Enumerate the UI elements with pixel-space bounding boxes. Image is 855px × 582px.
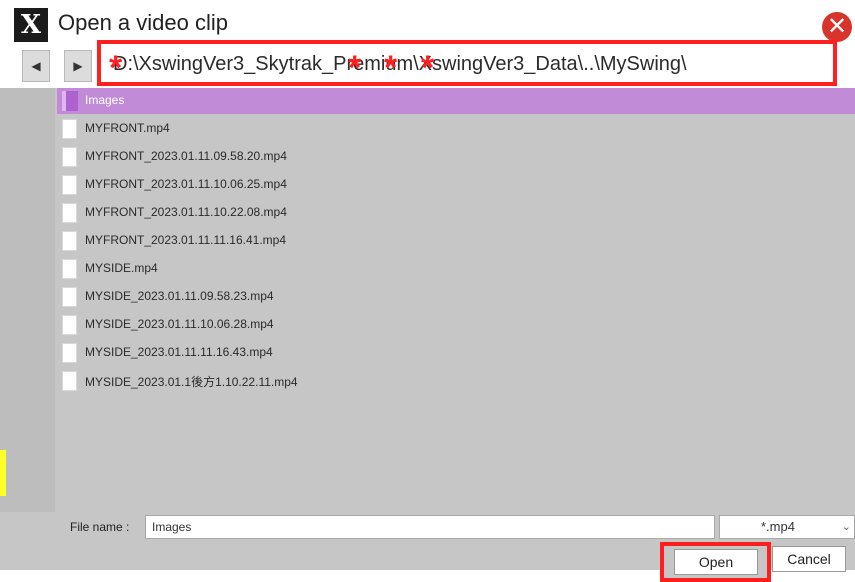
file-item[interactable]: MYSIDE_2023.01.11.09.58.23.mp4 (57, 284, 855, 310)
folder-item[interactable]: Images (57, 88, 855, 114)
file-item[interactable]: MYSIDE_2023.01.11.11.16.43.mp4 (57, 340, 855, 366)
file-icon (62, 203, 77, 223)
redaction-mark: * (421, 49, 435, 87)
file-name-label: File name : (70, 520, 130, 534)
chevron-down-icon: ⌄ (841, 521, 851, 533)
file-item[interactable]: MYFRONT.mp4 (57, 116, 855, 142)
file-item-label: MYSIDE_2023.01.11.10.06.28.mp4 (85, 317, 274, 331)
file-icon (62, 315, 77, 335)
file-icon (62, 287, 77, 307)
file-item[interactable]: MYSIDE_2023.01.11.10.06.28.mp4 (57, 312, 855, 338)
file-icon (62, 259, 77, 279)
bottom-bar: File name : Images *.mp4 ⌄ Open Cancel (0, 512, 855, 582)
cancel-button[interactable]: Cancel (772, 546, 846, 572)
dialog-title: Open a video clip (58, 10, 228, 35)
file-item[interactable]: MYFRONT_2023.01.11.10.06.25.mp4 (57, 172, 855, 198)
file-type-value: *.mp4 (761, 519, 795, 534)
redaction-mark: * (109, 49, 123, 87)
path-text: D:\XswingVer3_Skytrak_Premium\XswingVer3… (113, 53, 687, 75)
open-button-label: Open (674, 549, 758, 575)
edge-marker (0, 450, 6, 496)
file-name-input[interactable]: Images (145, 515, 715, 539)
file-item[interactable]: MYFRONT_2023.01.11.11.16.41.mp4 (57, 228, 855, 254)
redaction-mark: * (384, 49, 398, 87)
app-logo-icon: X (14, 8, 48, 42)
forward-arrow-icon[interactable]: ▶ (64, 50, 92, 82)
open-button[interactable]: Open (660, 542, 771, 582)
file-item-label: MYSIDE_2023.01.11.09.58.23.mp4 (85, 289, 274, 303)
file-icon (62, 175, 77, 195)
file-item-label: MYFRONT_2023.01.11.10.06.25.mp4 (85, 177, 287, 191)
file-icon (62, 371, 77, 391)
open-video-dialog: X Open a video clip ✕ ◀ ▶ D:\XswingVer3_… (0, 0, 855, 582)
redaction-mark: * (348, 49, 362, 87)
file-item[interactable]: MYSIDE_2023.01.1後方1.10.22.11.mp4 (57, 368, 855, 394)
file-item[interactable]: MYSIDE.mp4 (57, 256, 855, 282)
file-item[interactable]: MYFRONT_2023.01.11.10.22.08.mp4 (57, 200, 855, 226)
file-item-label: MYSIDE.mp4 (85, 261, 158, 275)
file-item-label: Images (85, 93, 125, 107)
back-arrow-icon[interactable]: ◀ (22, 50, 50, 82)
file-item[interactable]: MYFRONT_2023.01.11.09.58.20.mp4 (57, 144, 855, 170)
close-icon[interactable]: ✕ (822, 12, 852, 42)
file-icon (62, 343, 77, 363)
file-item-label: MYSIDE_2023.01.1後方1.10.22.11.mp4 (85, 375, 298, 389)
file-icon (62, 231, 77, 251)
file-list: Images MYFRONT.mp4 MYFRONT_2023.01.11.09.5… (57, 88, 855, 512)
places-pane (0, 88, 55, 512)
folder-icon (62, 91, 78, 111)
file-icon (62, 119, 77, 139)
file-type-select[interactable]: *.mp4 ⌄ (719, 515, 855, 539)
path-field[interactable]: D:\XswingVer3_Skytrak_Premium\XswingVer3… (97, 40, 837, 86)
file-icon (62, 147, 77, 167)
file-item-label: MYFRONT_2023.01.11.11.16.41.mp4 (85, 233, 286, 247)
file-item-label: MYFRONT_2023.01.11.10.22.08.mp4 (85, 205, 287, 219)
file-item-label: MYFRONT.mp4 (85, 121, 170, 135)
file-item-label: MYFRONT_2023.01.11.09.58.20.mp4 (85, 149, 287, 163)
file-item-label: MYSIDE_2023.01.11.11.16.43.mp4 (85, 345, 273, 359)
